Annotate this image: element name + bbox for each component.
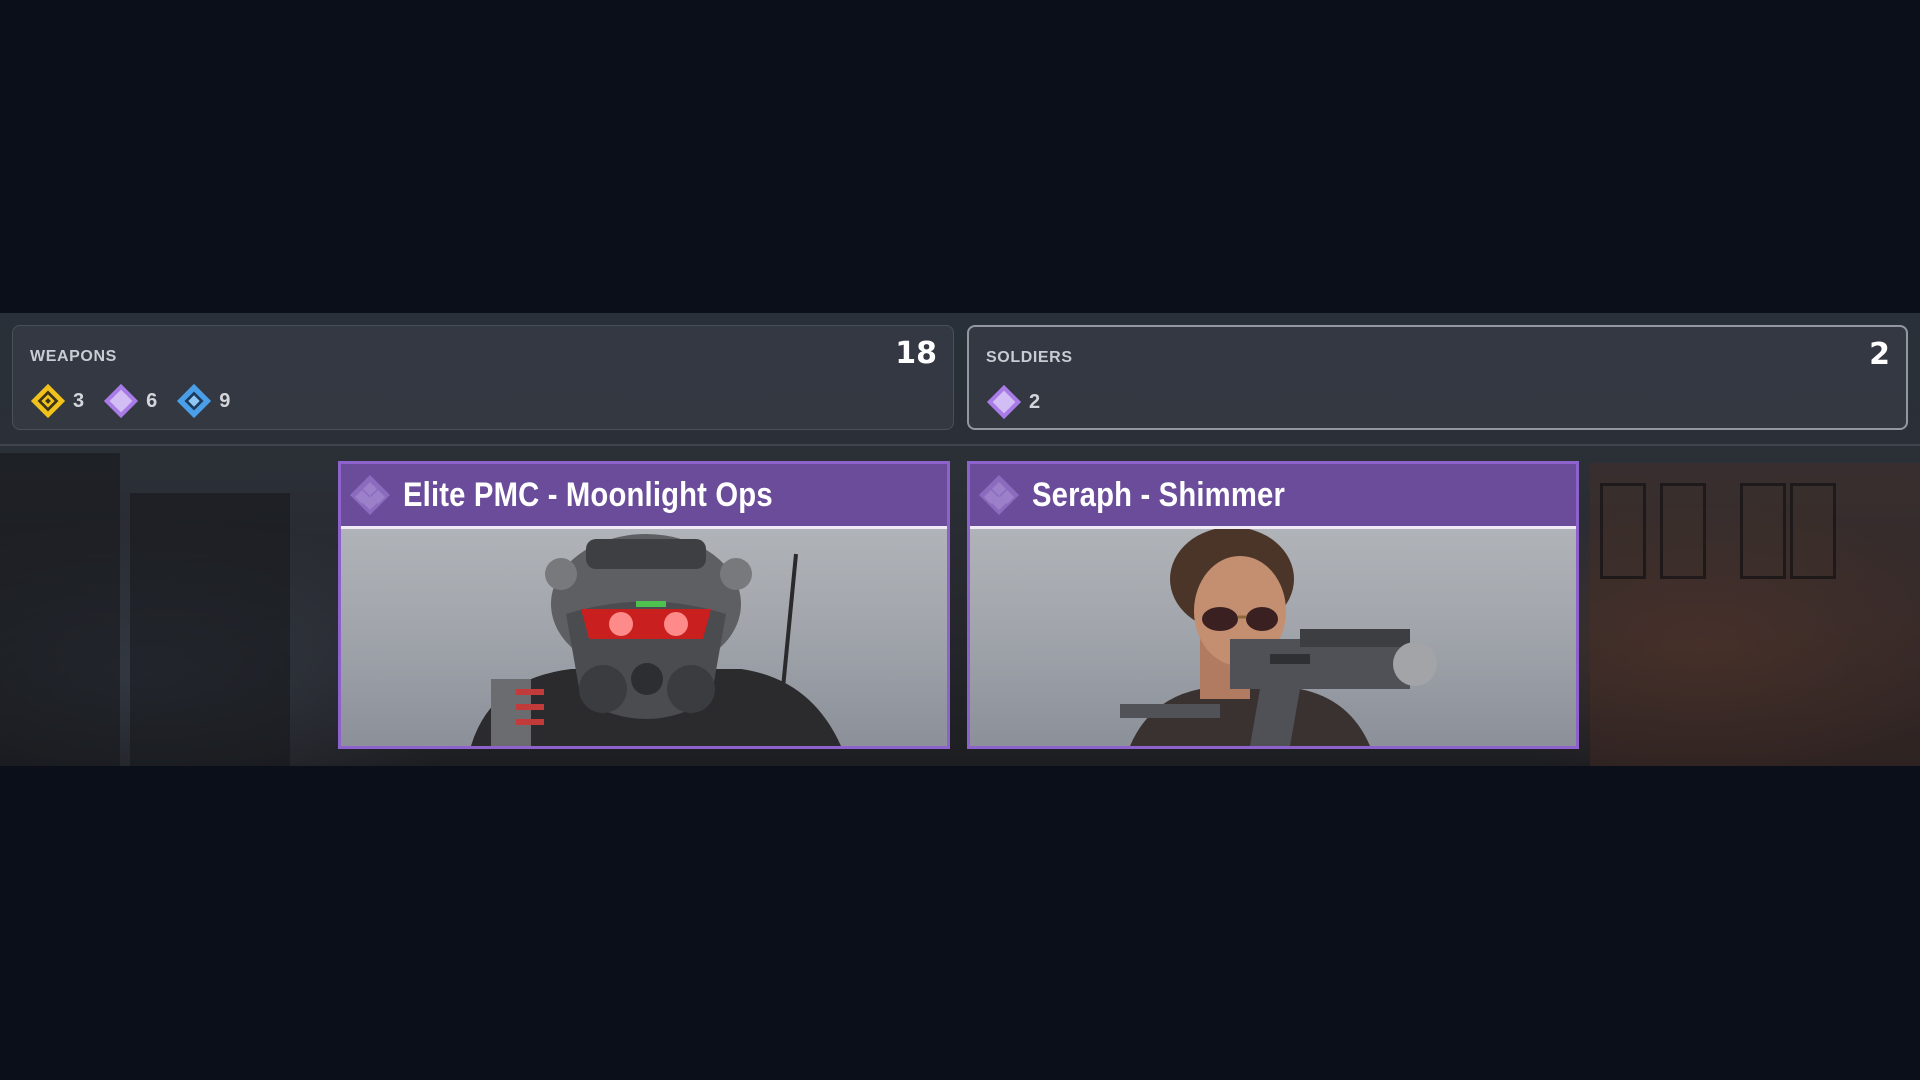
purple-rarity-diamond-icon [986, 384, 1022, 420]
soldier-card-seraph[interactable]: Seraph - Shimmer [967, 461, 1579, 749]
weapons-summary-panel[interactable]: WEAPONS 18 3 6 9 [12, 325, 954, 430]
section-divider [0, 444, 1920, 446]
soldiers-count: 2 [1869, 337, 1890, 372]
blue-rarity-count: 9 [219, 389, 231, 412]
purple-rarity-diamond-icon [104, 383, 139, 419]
gold-rarity: 3 [29, 382, 84, 420]
weapons-label: WEAPONS [30, 348, 117, 365]
background-window [1660, 483, 1706, 579]
background-window [1790, 483, 1836, 579]
weapons-rarity-row: 3 6 9 [29, 382, 248, 420]
purple-rarity: 6 [102, 382, 157, 420]
soldiers-rarity-row: 2 [985, 383, 1058, 421]
soldiers-label: SOLDIERS [986, 349, 1073, 366]
card-title: Seraph - Shimmer [1032, 476, 1286, 514]
weapons-count: 18 [895, 336, 937, 371]
soldier-card-elite-pmc[interactable]: Elite PMC - Moonlight Ops [338, 461, 950, 749]
summary-band: WEAPONS 18 3 6 9 SOLDIERS 2 2 Elite PMC … [0, 313, 1920, 766]
background-window [1600, 483, 1646, 579]
purple-rarity-count: 6 [146, 389, 158, 412]
purple-rarity: 2 [985, 383, 1040, 421]
background-building [0, 453, 120, 766]
gold-rarity-diamond-icon [30, 383, 66, 419]
purple-rarity-diamond-icon [979, 475, 1019, 515]
soldiers-summary-panel[interactable]: SOLDIERS 2 2 [967, 325, 1908, 430]
gas-mask-soldier-portrait [471, 534, 841, 746]
gold-rarity-count: 3 [73, 389, 85, 412]
card-title: Elite PMC - Moonlight Ops [403, 476, 773, 514]
soldiers-purple-count: 2 [1029, 390, 1041, 413]
background-window [1740, 483, 1786, 579]
blue-rarity-diamond-icon [177, 383, 212, 419]
purple-rarity-diamond-icon [350, 475, 390, 515]
blue-rarity: 9 [175, 382, 230, 420]
background-building [130, 493, 290, 766]
sunglasses-soldier-with-smg-portrait [1120, 529, 1437, 746]
card-header: Seraph - Shimmer [970, 464, 1576, 529]
card-header: Elite PMC - Moonlight Ops [341, 464, 947, 529]
